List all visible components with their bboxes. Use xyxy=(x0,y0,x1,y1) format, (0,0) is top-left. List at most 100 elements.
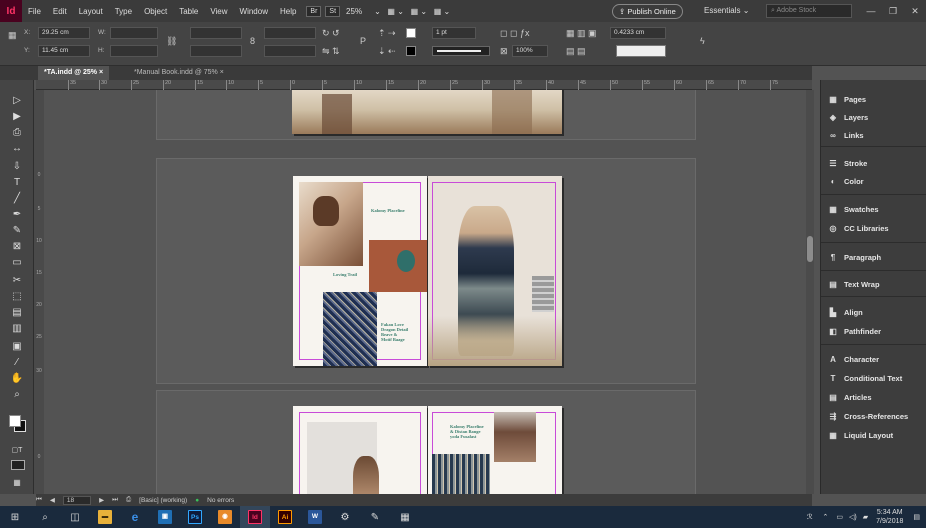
publish-online-button[interactable]: ⇪ Publish Online xyxy=(612,4,683,19)
select-container-icon[interactable]: ⇡ ⇢ xyxy=(378,28,396,39)
eyedropper-tool-icon[interactable]: ⁄ xyxy=(10,356,24,370)
scissors-tool-icon[interactable]: ✂ xyxy=(10,274,24,288)
document-canvas[interactable]: Kalomy Placeline Loving Trail Fakau Love… xyxy=(44,90,812,494)
note-tool-icon[interactable]: ▣ xyxy=(10,340,24,354)
menu-view[interactable]: View xyxy=(204,7,233,16)
last-page-icon[interactable]: ⏭ xyxy=(112,496,118,504)
page-number-field[interactable]: 18 xyxy=(62,495,92,505)
open-page-icon[interactable]: ⎙ xyxy=(126,496,131,504)
model-portrait-photo[interactable] xyxy=(494,412,536,462)
panel-cc-libraries[interactable]: ◎ CC Libraries xyxy=(827,221,889,235)
object-style-dropdown[interactable] xyxy=(616,45,666,57)
settings-gear-icon[interactable]: ⚙ xyxy=(330,506,360,528)
people-icon[interactable]: ℛ xyxy=(807,513,813,521)
constrain-proportions-icon[interactable]: ⛓ xyxy=(166,36,177,47)
panel-articles[interactable]: ▤ Articles xyxy=(827,390,871,404)
preview-mode-icon[interactable]: ▦ xyxy=(10,476,24,490)
store-icon[interactable]: ▣ xyxy=(150,506,180,528)
select-content-icon[interactable]: ⇣ ⇠ xyxy=(378,46,396,57)
tab-close-icon[interactable]: × xyxy=(99,69,103,76)
file-explorer-icon[interactable]: ▬ xyxy=(90,506,120,528)
panel-paragraph[interactable]: ¶ Paragraph xyxy=(827,250,881,264)
workspace-switcher[interactable]: Essentials ⌄ xyxy=(704,6,749,15)
vertical-scrollbar[interactable] xyxy=(806,90,814,494)
panel-character[interactable]: A Character xyxy=(827,352,879,366)
panel-conditional-text[interactable]: T Conditional Text xyxy=(827,371,903,385)
network-icon[interactable]: ▭ xyxy=(836,513,843,521)
bridge-button[interactable]: Br xyxy=(306,5,322,17)
rectangle-frame-tool-icon[interactable]: ⊠ xyxy=(10,240,24,254)
master-label[interactable]: [Basic] (working) xyxy=(139,497,187,504)
spread-2-left-page[interactable]: Kalomy Placeline Loving Trail Fakau Love… xyxy=(293,176,427,366)
content-collector-icon[interactable]: ⇩ xyxy=(10,160,24,174)
pencil-tool-icon[interactable]: ✎ xyxy=(10,224,24,238)
spread-2-right-page[interactable] xyxy=(428,176,562,366)
chevron-up-icon[interactable]: ⌃ xyxy=(823,513,829,521)
align-controls-icon[interactable]: ▤ ▤ xyxy=(566,46,586,57)
pen-tool-icon[interactable]: ✒ xyxy=(10,208,24,222)
panel-swatches[interactable]: ▦ Swatches xyxy=(827,202,878,216)
tab-ta-indd[interactable]: *TA.indd @ 25% × xyxy=(38,66,110,80)
h-field[interactable] xyxy=(110,45,158,57)
word-icon[interactable]: W xyxy=(300,506,330,528)
selection-tool-icon[interactable]: ▷ xyxy=(10,94,24,108)
x-field[interactable]: 29.25 cm xyxy=(38,27,90,39)
stroke-weight-field[interactable]: 1 pt xyxy=(432,27,476,39)
direct-selection-tool-icon[interactable]: ▶ xyxy=(10,110,24,124)
stock-search-input[interactable]: ⌕ Adobe Stock xyxy=(766,4,852,18)
textile-skirt-photo[interactable] xyxy=(432,454,490,494)
menu-help[interactable]: Help xyxy=(274,7,302,16)
constrain-scale-icon[interactable]: 8 xyxy=(250,36,255,46)
menu-edit[interactable]: Edit xyxy=(47,7,73,16)
reference-field[interactable]: 0.4233 cm xyxy=(610,27,666,39)
panel-align[interactable]: ▙ Align xyxy=(827,305,863,319)
app-icon[interactable]: ◉ xyxy=(210,506,240,528)
panel-liquid-layout[interactable]: ▦ Liquid Layout xyxy=(827,428,893,442)
photoshop-icon[interactable]: Ps xyxy=(180,506,210,528)
stroke-type-dropdown[interactable] xyxy=(432,46,490,56)
shear-field[interactable] xyxy=(264,45,316,57)
type-tool-icon[interactable]: T xyxy=(10,176,24,190)
screen-mode-icon[interactable] xyxy=(11,460,25,470)
text-wrap-controls-icon[interactable]: ▦ ▥ ▣ xyxy=(566,28,597,39)
next-page-icon[interactable]: ▶ xyxy=(99,496,104,504)
view-options-dropdown[interactable]: ⌄ ▦ ⌄ ▦ ⌄ ▦ ⌄ xyxy=(368,7,456,16)
fill-swatch[interactable] xyxy=(406,28,416,38)
w-field[interactable] xyxy=(110,27,158,39)
panel-color[interactable]: ◐ Color xyxy=(827,174,864,188)
menu-type[interactable]: Type xyxy=(109,7,138,16)
menu-object[interactable]: Object xyxy=(138,7,173,16)
preflight-status[interactable]: No errors xyxy=(207,497,234,504)
textile-detail-photo[interactable] xyxy=(323,292,377,366)
stroke-swatch[interactable] xyxy=(406,46,416,56)
tab-manual-book-indd[interactable]: *Manual Book.indd @ 75% × xyxy=(128,66,230,80)
rotation-field[interactable] xyxy=(264,27,316,39)
close-icon[interactable]: ✕ xyxy=(904,0,926,22)
menu-layout[interactable]: Layout xyxy=(73,7,109,16)
search-icon[interactable]: ⌕ xyxy=(30,506,60,528)
restore-icon[interactable]: ❐ xyxy=(882,0,904,22)
opacity-field[interactable]: 100% xyxy=(512,45,548,57)
task-view-icon[interactable]: ◫ xyxy=(60,506,90,528)
illustrator-icon[interactable]: Ai xyxy=(270,506,300,528)
fill-color-swatch[interactable] xyxy=(9,415,21,427)
spread-1-page[interactable] xyxy=(292,90,562,134)
zoom-level[interactable]: 25% xyxy=(340,7,368,16)
hand-tool-icon[interactable]: ✋ xyxy=(10,372,24,386)
menu-file[interactable]: File xyxy=(22,7,47,16)
clock[interactable]: 5:34 AM 7/9/2018 xyxy=(876,508,903,526)
flip-icon[interactable]: ⇋ ⇅ xyxy=(322,46,340,57)
panel-pages[interactable]: ▦ Pages xyxy=(827,92,866,106)
gap-tool-icon[interactable]: ↔ xyxy=(10,142,24,156)
gradient-feather-tool-icon[interactable]: ▥ xyxy=(10,322,24,336)
notifications-icon[interactable]: ▤ xyxy=(913,513,920,521)
corner-options-icon[interactable]: ◻ ◻ ƒx xyxy=(500,28,529,39)
battery-icon[interactable]: ▰ xyxy=(863,513,868,521)
panel-cross-references[interactable]: ⇶ Cross-References xyxy=(827,409,909,423)
scale-x-field[interactable] xyxy=(190,27,242,39)
panel-links[interactable]: ∞ Links xyxy=(827,128,863,142)
spread-3-right-page[interactable]: Kalomy Placeline & Distan Bange yoda Fus… xyxy=(428,406,562,494)
menu-table[interactable]: Table xyxy=(173,7,204,16)
menu-window[interactable]: Window xyxy=(234,7,274,16)
prev-page-icon[interactable]: ◀ xyxy=(50,496,55,504)
